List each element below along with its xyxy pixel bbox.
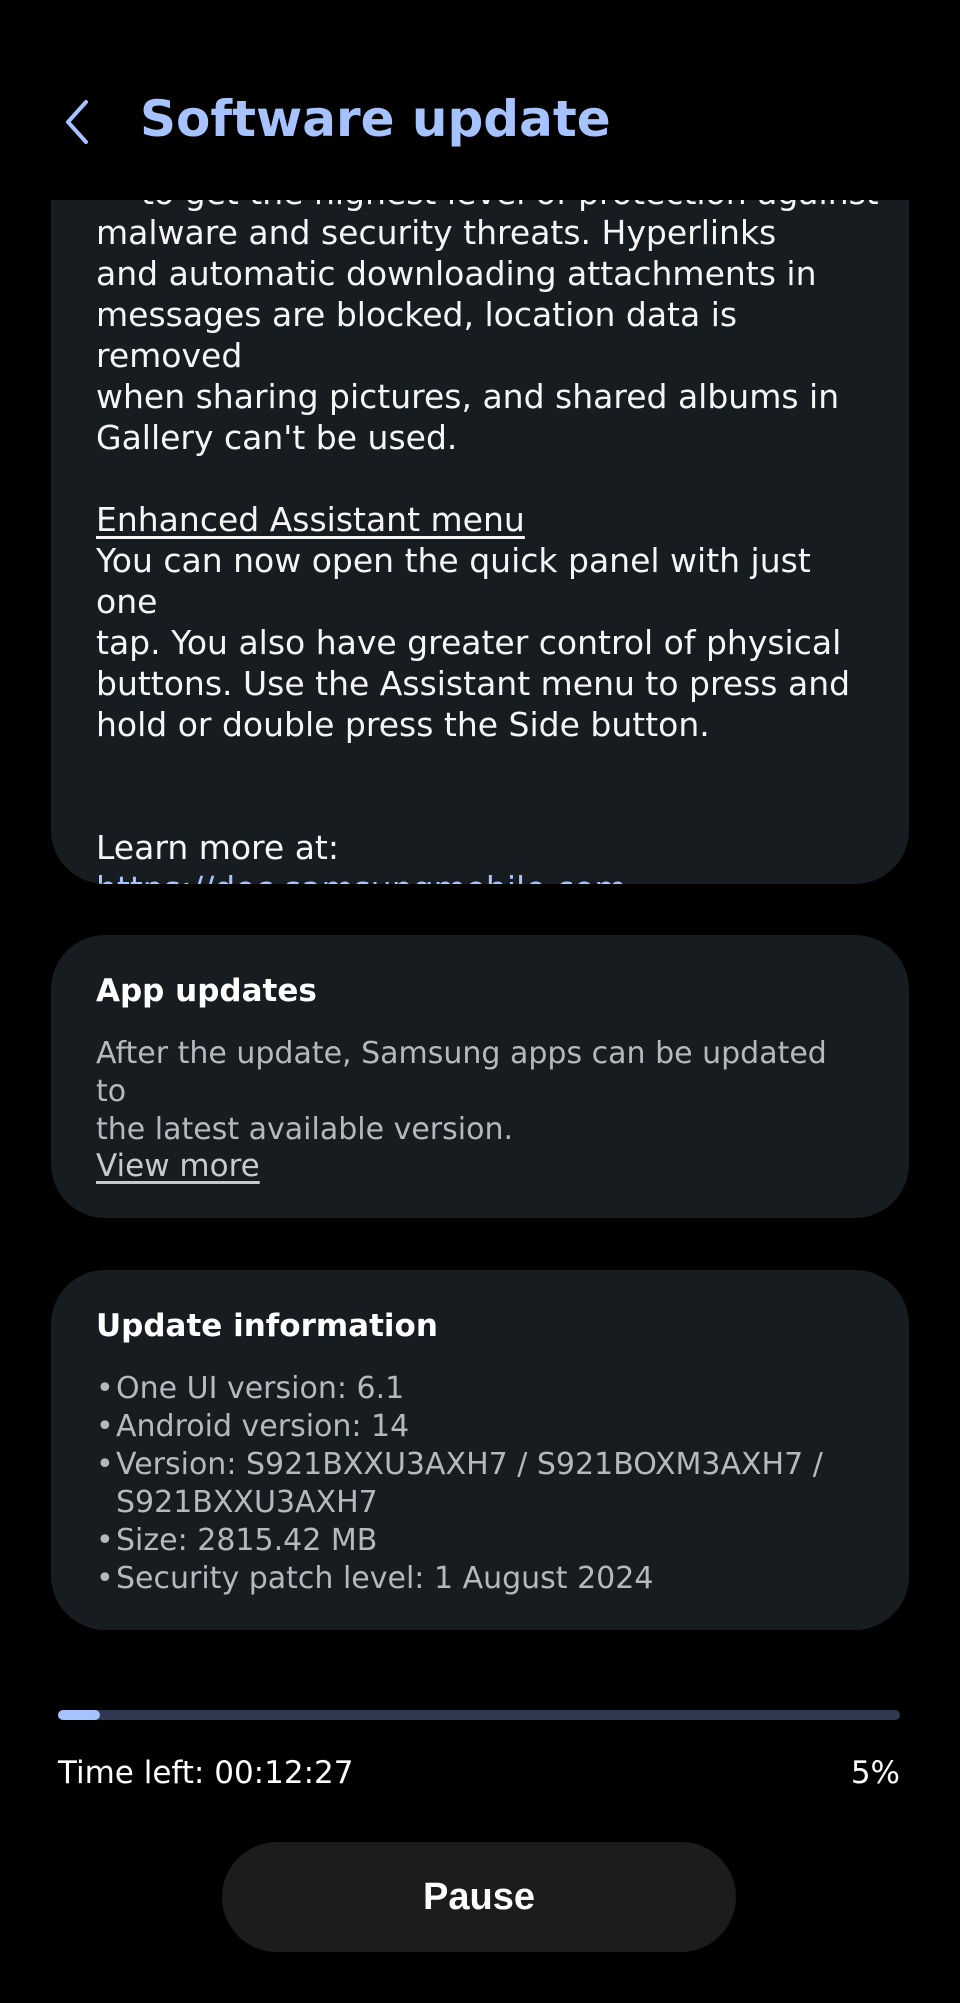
update-information-heading: Update information: [96, 1308, 438, 1344]
learn-more-line: Learn more at: https://doc.samsungmobile…: [96, 827, 859, 884]
chevron-left-icon: [66, 100, 88, 144]
security-paragraph: malware and security threats. Hyperlinks…: [96, 213, 840, 457]
time-left-text: Time left: 00:12:27: [58, 1755, 354, 1791]
list-item: Version: S921BXXU3AXH7 / S921BOXM3AXH7 /…: [96, 1446, 859, 1522]
view-more-link[interactable]: View more: [96, 1148, 260, 1184]
pause-button[interactable]: Pause: [222, 1842, 736, 1952]
list-item: Security patch level: 1 August 2024: [96, 1560, 859, 1598]
release-notes-card: to get the highest level of protection a…: [51, 200, 909, 884]
assistant-menu-heading: Enhanced Assistant menu: [96, 500, 525, 539]
list-item: Android version: 14: [96, 1408, 859, 1446]
page-title: Software update: [140, 90, 611, 148]
learn-more-label: Learn more at:: [96, 828, 339, 867]
list-item: Size: 2815.42 MB: [96, 1522, 859, 1560]
assistant-menu-paragraph: You can now open the quick panel with ju…: [96, 541, 851, 744]
clipped-text-line: to get the highest level of protection a…: [141, 200, 879, 213]
update-information-list: One UI version: 6.1 Android version: 14 …: [96, 1370, 859, 1598]
app-updates-description: After the update, Samsung apps can be up…: [96, 1036, 827, 1147]
download-progress-fill: [58, 1710, 101, 1720]
app-updates-heading: App updates: [96, 973, 317, 1009]
release-notes-body: to get the highest level of protection a…: [96, 200, 879, 884]
learn-more-link[interactable]: https://doc.samsungmobile.com /SM-S921B/…: [96, 869, 626, 884]
update-information-card: Update information One UI version: 6.1 A…: [51, 1270, 909, 1630]
progress-percent: 5%: [850, 1755, 900, 1791]
download-progress-bar: [58, 1710, 900, 1720]
back-button[interactable]: [56, 94, 100, 150]
app-header: Software update: [0, 70, 960, 170]
list-item: One UI version: 6.1: [96, 1370, 859, 1408]
app-updates-card: App updates After the update, Samsung ap…: [51, 935, 909, 1218]
